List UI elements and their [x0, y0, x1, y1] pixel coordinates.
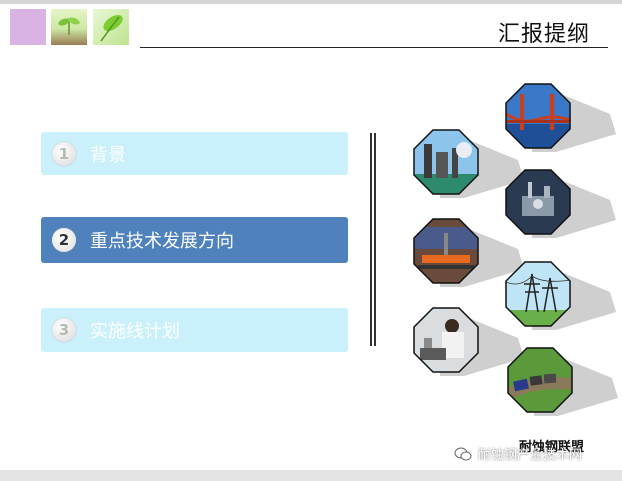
- menu-item-background[interactable]: 1 背景: [41, 132, 348, 175]
- leaf-thumbnail: [93, 9, 129, 45]
- offshore-platform-image: [505, 169, 616, 238]
- bottom-bar: [0, 470, 622, 481]
- power-towers-image: [505, 261, 616, 330]
- steel-plant-image: [413, 129, 524, 198]
- menu-item-label: 背景: [90, 144, 126, 166]
- title-underline: [140, 47, 608, 48]
- menu-item-label: 重点技术发展方向: [90, 231, 234, 252]
- footer-text: 耐蚀钢产业技术网: [478, 448, 583, 463]
- vertical-divider: [370, 133, 376, 346]
- menu-item-key-technology[interactable]: 2 重点技术发展方向: [41, 217, 348, 263]
- page-title: 汇报提纲: [497, 22, 590, 47]
- sprout-thumbnail: [51, 9, 87, 45]
- purple-square-thumbnail: [10, 9, 46, 45]
- steel-rolling-image: [413, 218, 524, 287]
- menu-item-label: 实施线计划: [90, 321, 180, 342]
- menu-item-implementation-plan[interactable]: 3 实施线计划: [41, 308, 348, 352]
- menu-number-badge: 1: [52, 141, 76, 166]
- lab-worker-image: [413, 307, 524, 376]
- top-bar: [0, 0, 622, 4]
- menu-number-badge: 3: [52, 318, 76, 342]
- menu-number-badge: 2: [52, 228, 76, 252]
- golden-gate-bridge-image: [505, 83, 616, 152]
- chat-icon: [454, 447, 472, 460]
- footer-watermark: 耐蚀钢产业技术网: [454, 444, 582, 463]
- freight-train-image: [507, 347, 618, 416]
